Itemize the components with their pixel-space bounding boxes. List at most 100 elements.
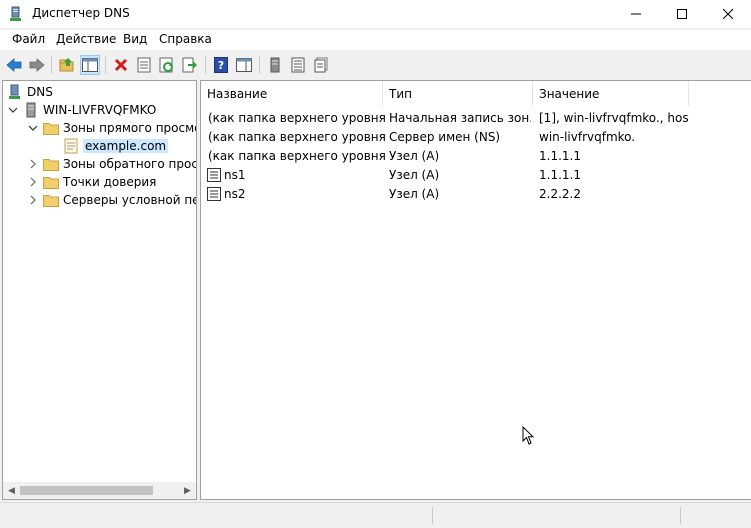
help-icon: ? (214, 57, 228, 73)
back-button[interactable] (4, 55, 24, 75)
tree-item-server[interactable]: WIN-LIVFRVQFMKO (7, 101, 156, 119)
horizontal-scrollbar[interactable]: ◀ ▶ (3, 482, 196, 499)
up-folder-button[interactable] (57, 55, 77, 75)
refresh-button[interactable] (157, 55, 177, 75)
record-value: 1.1.1.1 (539, 148, 581, 163)
table-row[interactable]: (как папка верхнего уровня) Сервер имен … (201, 127, 751, 146)
window-title: Диспетчер DNS (32, 6, 130, 20)
tree-item-zone-example[interactable]: example.com (63, 137, 169, 155)
toolbar-separator (259, 56, 260, 74)
cell-name: ns1 (206, 165, 386, 184)
tree-label-zone: example.com (83, 139, 169, 153)
record-icon (207, 186, 221, 201)
up-folder-icon (59, 58, 74, 72)
toolbar: ? (0, 53, 751, 77)
delete-button[interactable] (111, 55, 131, 75)
details-view-button[interactable] (311, 55, 331, 75)
chevron-down-icon[interactable] (27, 122, 39, 134)
record-icon (207, 167, 221, 182)
list-view-button[interactable] (288, 55, 308, 75)
console-tree-icon (82, 58, 98, 72)
server-icon (270, 57, 280, 73)
tree-label-server: WIN-LIVFRVQFMKO (43, 103, 157, 117)
record-value: [1], win-livfrvqfmko., host... (539, 110, 689, 125)
dns-manager-window: Диспетчер DNS Файл Действие Вид Справка (0, 0, 751, 528)
chevron-right-icon[interactable] (27, 158, 39, 170)
delete-icon (114, 58, 128, 72)
folder-icon (43, 192, 59, 208)
dns-app-icon (8, 6, 24, 22)
svg-text:?: ? (218, 59, 224, 72)
table-row[interactable]: (как папка верхнего уровня) Узел (A) 1.1… (201, 146, 751, 165)
table-row[interactable]: ns1 Узел (A) 1.1.1.1 (201, 165, 751, 184)
record-type: Узел (A) (389, 186, 440, 201)
records-list: Название Тип Значение (как папка верхнег… (200, 80, 751, 500)
back-icon (6, 58, 22, 72)
chevron-right-icon[interactable] (27, 194, 39, 206)
record-type: Сервер имен (NS) (389, 129, 501, 144)
record-value: win-livfrvqfmko. (539, 129, 636, 144)
record-type: Начальная запись зон... (389, 110, 531, 125)
record-name: ns2 (224, 186, 246, 201)
status-bar-separator (432, 507, 433, 524)
zone-file-icon (63, 138, 79, 154)
export-list-button[interactable] (180, 55, 200, 75)
details-icon (314, 57, 328, 73)
tree-label-trust-points: Точки доверия (63, 175, 157, 189)
toolbar-separator (105, 56, 106, 74)
scroll-right-icon[interactable]: ▶ (179, 482, 196, 499)
forward-icon (29, 58, 45, 72)
cell-name: (как папка верхнего уровня) (206, 127, 386, 146)
server-icon (23, 102, 39, 118)
help-button[interactable]: ? (211, 55, 231, 75)
toolbar-separator (205, 56, 206, 74)
tree-label-dns: DNS (27, 85, 53, 99)
list-icon (291, 57, 305, 73)
title-bar: Диспетчер DNS (0, 0, 751, 28)
menu-file[interactable]: Файл (12, 32, 45, 46)
record-value: 2.2.2.2 (539, 186, 581, 201)
chevron-right-icon[interactable] (27, 176, 39, 188)
close-button[interactable] (705, 0, 751, 28)
view-icon (236, 58, 252, 72)
console-tree: DNS WIN-LIVFRVQFMKO Зоны прямого просмот… (2, 80, 197, 500)
tree-item-conditional-forwarders[interactable]: Серверы условной переадресации (27, 191, 196, 209)
table-row[interactable]: ns2 Узел (A) 2.2.2.2 (201, 184, 751, 203)
minimize-button[interactable] (613, 0, 659, 28)
cell-name: (как папка верхнего уровня) (206, 146, 386, 165)
mouse-cursor-icon (522, 426, 534, 445)
tree-label-conditional-forwarders: Серверы условной переадресации (63, 193, 196, 207)
tree-label-reverse-zones: Зоны обратного просмотра (63, 157, 197, 171)
folder-icon (43, 174, 59, 190)
chevron-down-icon[interactable] (7, 104, 19, 116)
server-button[interactable] (265, 55, 285, 75)
view-button[interactable] (234, 55, 254, 75)
show-hide-console-tree-button[interactable] (80, 55, 100, 75)
status-bar-separator (680, 507, 681, 524)
column-header-type[interactable]: Тип (383, 81, 533, 106)
refresh-icon (159, 57, 173, 73)
menu-help[interactable]: Справка (159, 32, 212, 46)
status-bar (0, 502, 751, 528)
menu-action[interactable]: Действие (56, 32, 116, 46)
tree-item-dns[interactable]: DNS (7, 83, 53, 101)
column-header-name[interactable]: Название (201, 81, 383, 106)
table-row[interactable]: (как папка верхнего уровня) Начальная за… (201, 108, 751, 127)
tree-item-reverse-zones[interactable]: Зоны обратного просмотра (27, 155, 197, 173)
menu-bar: Файл Действие Вид Справка (0, 30, 751, 50)
tree-item-trust-points[interactable]: Точки доверия (27, 173, 156, 191)
tree-item-forward-zones[interactable]: Зоны прямого просмотра (27, 119, 196, 137)
record-name: (как папка верхнего уровня) (208, 148, 386, 163)
menu-view[interactable]: Вид (123, 32, 147, 46)
properties-button[interactable] (134, 55, 154, 75)
folder-icon (43, 120, 59, 136)
export-icon (182, 57, 197, 73)
record-name: (как папка верхнего уровня) (208, 110, 386, 125)
properties-icon (137, 57, 151, 73)
maximize-button[interactable] (659, 0, 705, 28)
forward-button[interactable] (27, 55, 47, 75)
folder-icon (43, 156, 59, 172)
scrollbar-thumb[interactable] (20, 486, 153, 495)
scroll-left-icon[interactable]: ◀ (3, 482, 20, 499)
column-header-value[interactable]: Значение (533, 81, 689, 106)
